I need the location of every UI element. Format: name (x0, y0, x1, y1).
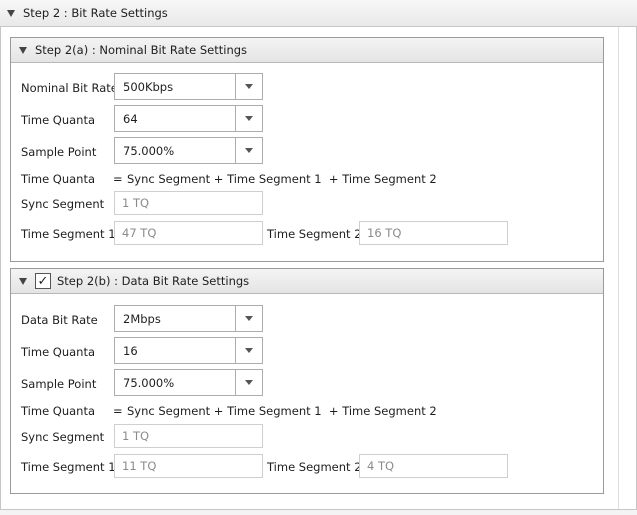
nominal-time-quanta-label: Time Quanta (21, 113, 96, 127)
data-bit-rate-select[interactable]: 2Mbps (114, 305, 263, 332)
data-bit-rate-label: Data Bit Rate (21, 313, 98, 327)
data-time-segment1-field: 11 TQ (114, 454, 263, 478)
nominal-formula-text: Sync Segment + Time Segment 1 + Time Seg… (127, 172, 437, 186)
collapse-triangle-icon[interactable] (7, 9, 15, 17)
nominal-section-title: Step 2(a) : Nominal Bit Rate Settings (35, 43, 248, 57)
nominal-formula-label: Time Quanta (21, 172, 96, 186)
data-time-segment1-label: Time Segment 1 (21, 460, 116, 474)
data-time-quanta-select[interactable]: 16 (114, 337, 263, 364)
data-section-title: Step 2(b) : Data Bit Rate Settings (57, 274, 250, 288)
step2-header[interactable]: Step 2 : Bit Rate Settings (0, 0, 637, 27)
checkmark-icon: ✓ (37, 273, 49, 289)
nominal-sample-point-select[interactable]: 75.000% (114, 137, 263, 164)
data-bit-rate-dropdown-button[interactable] (235, 306, 262, 331)
chevron-down-icon (245, 316, 253, 321)
chevron-down-icon (245, 148, 253, 153)
data-sync-segment-label: Sync Segment (21, 430, 105, 444)
nominal-formula-equals: = (113, 172, 123, 186)
data-sample-point-label: Sample Point (21, 377, 97, 391)
nominal-sync-segment-label: Sync Segment (21, 197, 105, 211)
nominal-time-segment2-field: 16 TQ (359, 221, 508, 245)
collapse-triangle-icon[interactable] (19, 277, 27, 285)
data-sample-point-dropdown-button[interactable] (235, 370, 262, 395)
nominal-time-quanta-value: 64 (123, 111, 138, 126)
data-time-quanta-label: Time Quanta (21, 345, 96, 359)
nominal-bit-rate-value: 500Kbps (123, 79, 174, 94)
data-section-header[interactable]: ✓ Step 2(b) : Data Bit Rate Settings (11, 269, 603, 294)
data-bit-rate-value: 2Mbps (123, 311, 161, 326)
nominal-sample-point-dropdown-button[interactable] (235, 138, 262, 163)
data-time-quanta-dropdown-button[interactable] (235, 338, 262, 363)
nominal-bit-rate-label: Nominal Bit Rate (21, 81, 118, 95)
data-bit-rate-section: ✓ Step 2(b) : Data Bit Rate Settings Dat… (10, 268, 604, 494)
chevron-down-icon (245, 348, 253, 353)
data-time-segment2-label: Time Segment 2 (267, 460, 362, 474)
nominal-bit-rate-dropdown-button[interactable] (235, 74, 262, 99)
nominal-section-header[interactable]: Step 2(a) : Nominal Bit Rate Settings (11, 38, 603, 63)
nominal-time-segment1-label: Time Segment 1 (21, 227, 116, 241)
step2-title: Step 2 : Bit Rate Settings (23, 6, 168, 20)
nominal-time-quanta-dropdown-button[interactable] (235, 106, 262, 131)
nominal-sample-point-label: Sample Point (21, 145, 97, 159)
data-formula-label: Time Quanta (21, 404, 96, 418)
chevron-down-icon (245, 380, 253, 385)
nominal-sample-point-value: 75.000% (123, 143, 175, 158)
data-sample-point-select[interactable]: 75.000% (114, 369, 263, 396)
data-sync-segment-field: 1 TQ (114, 424, 263, 448)
data-time-quanta-value: 16 (123, 343, 138, 358)
data-bit-rate-enable-checkbox[interactable]: ✓ (35, 273, 51, 289)
nominal-bit-rate-select[interactable]: 500Kbps (114, 73, 263, 100)
data-sample-point-value: 75.000% (123, 375, 175, 390)
nominal-time-segment2-label: Time Segment 2 (267, 227, 362, 241)
chevron-down-icon (245, 84, 253, 89)
panel-bottom-edge (0, 509, 637, 515)
nominal-bit-rate-section: Step 2(a) : Nominal Bit Rate Settings No… (10, 37, 604, 262)
data-formula-text: Sync Segment + Time Segment 1 + Time Seg… (127, 404, 437, 418)
chevron-down-icon (245, 116, 253, 121)
data-time-segment2-field: 4 TQ (359, 454, 508, 478)
nominal-sync-segment-field: 1 TQ (114, 191, 263, 215)
nominal-time-segment1-field: 47 TQ (114, 221, 263, 245)
panel-divider (618, 27, 619, 509)
collapse-triangle-icon[interactable] (19, 46, 27, 54)
nominal-time-quanta-select[interactable]: 64 (114, 105, 263, 132)
data-formula-equals: = (113, 404, 123, 418)
